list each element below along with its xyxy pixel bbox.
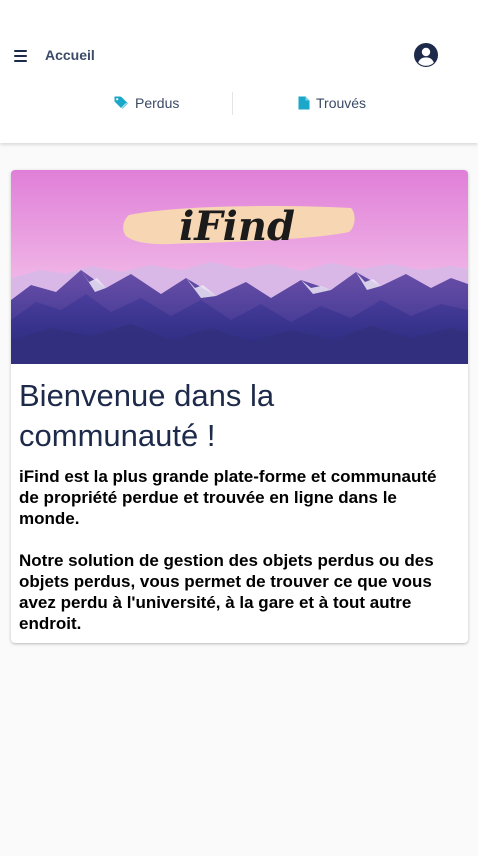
tab-found-label: Trouvés [316,95,367,111]
welcome-heading: Bienvenue dans la communauté ! [19,378,275,453]
tab-lost[interactable]: Perdus [114,92,179,114]
welcome-card: iFind Bienvenue dans la communauté ! iFi… [11,170,468,643]
tab-lost-label: Perdus [135,95,180,111]
top-app-bar: Accueil Perdus Trouvés [0,0,478,143]
page-title: Accueil [45,47,95,63]
banner-image: iFind [11,170,468,364]
tab-divider [232,92,233,115]
banner-logo-text: iFind [179,203,295,250]
user-circle-icon[interactable] [414,43,438,67]
intro-paragraph: iFind est la plus grande plate-forme et … [19,467,437,528]
tag-icon [114,96,128,109]
hamburger-menu-icon[interactable] [14,50,27,62]
file-icon [298,96,310,110]
tab-found[interactable]: Trouvés [298,92,366,114]
solution-paragraph: Notre solution de gestion des objets per… [19,551,434,633]
